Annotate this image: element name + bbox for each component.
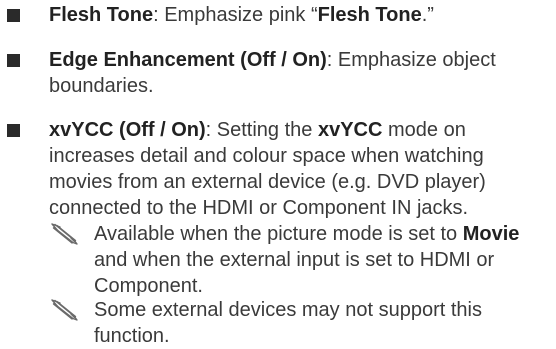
note-text: Available when the picture mode is set t… <box>94 221 538 299</box>
note-pencil-icon <box>49 297 79 323</box>
bullet-square-icon <box>7 124 20 137</box>
note-emphasis: Movie <box>462 223 520 245</box>
note-text: Some external devices may not support th… <box>94 297 538 349</box>
bullet-square-icon <box>7 9 20 22</box>
note-text-part: Some external devices may not support th… <box>94 299 482 347</box>
item-desc: : Emphasize pink “ <box>153 4 318 26</box>
item-term: Edge Enhancement (Off / On) <box>49 49 327 71</box>
bullet-square-icon <box>7 54 20 67</box>
item-text: Edge Enhancement (Off / On): Emphasize o… <box>49 47 538 99</box>
note-text-part: Available when the picture mode is set t… <box>94 223 463 245</box>
item-term: xvYCC (Off / On) <box>49 119 206 141</box>
item-desc: : Setting the <box>205 119 318 141</box>
item-text: Flesh Tone: Emphasize pink “Flesh Tone.” <box>49 2 538 28</box>
item-desc-emphasis: Flesh Tone <box>317 4 422 26</box>
note-text-part: and when the external input is set to HD… <box>94 249 495 297</box>
note-pencil-icon <box>49 221 79 247</box>
item-desc: .” <box>421 4 434 26</box>
item-text: xvYCC (Off / On): Setting the xvYCC mode… <box>49 117 538 221</box>
item-desc-emphasis: xvYCC <box>317 119 383 141</box>
item-term: Flesh Tone <box>49 4 154 26</box>
